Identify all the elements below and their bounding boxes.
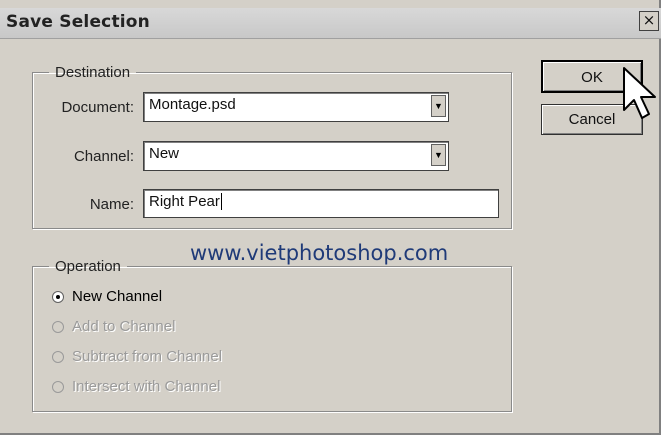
radio-new-channel[interactable]: New Channel (52, 288, 162, 305)
document-dropdown[interactable]: Montage.psd ▼ (143, 92, 449, 122)
operation-legend: Operation (55, 258, 121, 275)
document-value: Montage.psd (149, 96, 236, 113)
name-field[interactable]: Right Pear (143, 189, 499, 218)
text-caret (220, 193, 222, 210)
radio-indicator[interactable] (52, 350, 64, 363)
channel-label: Channel: (73, 148, 134, 165)
radio-label: New Channel (72, 288, 163, 305)
mouse-pointer-icon (623, 67, 656, 119)
chevron-down-icon[interactable]: ▼ (431, 95, 446, 117)
radio-indicator[interactable] (52, 320, 64, 333)
radio-label: Subtract from Channel (72, 348, 223, 365)
document-label: Document: (61, 99, 134, 116)
radio-indicator[interactable] (52, 380, 64, 393)
close-icon[interactable]: × (639, 11, 659, 31)
radio-subtract-from-channel[interactable]: Subtract from Channel (52, 348, 222, 365)
chevron-down-icon[interactable]: ▼ (431, 144, 446, 166)
name-label: Name: (89, 196, 134, 213)
destination-legend: Destination (55, 64, 131, 81)
save-selection-dialog: Save Selection × Destination Document: M… (0, 0, 661, 435)
radio-indicator[interactable] (52, 290, 64, 303)
name-value: Right Pear (149, 193, 220, 210)
radio-label: Add to Channel (72, 318, 176, 335)
radio-label: Intersect with Channel (72, 378, 221, 395)
radio-add-to-channel[interactable]: Add to Channel (52, 318, 175, 335)
channel-dropdown[interactable]: New ▼ (143, 141, 449, 171)
channel-value: New (149, 145, 180, 162)
window-title: Save Selection (6, 12, 150, 32)
title-bar[interactable]: Save Selection × (0, 8, 661, 39)
radio-intersect-with-channel[interactable]: Intersect with Channel (52, 378, 220, 395)
watermark-text: www.vietphotoshop.com (186, 241, 453, 265)
